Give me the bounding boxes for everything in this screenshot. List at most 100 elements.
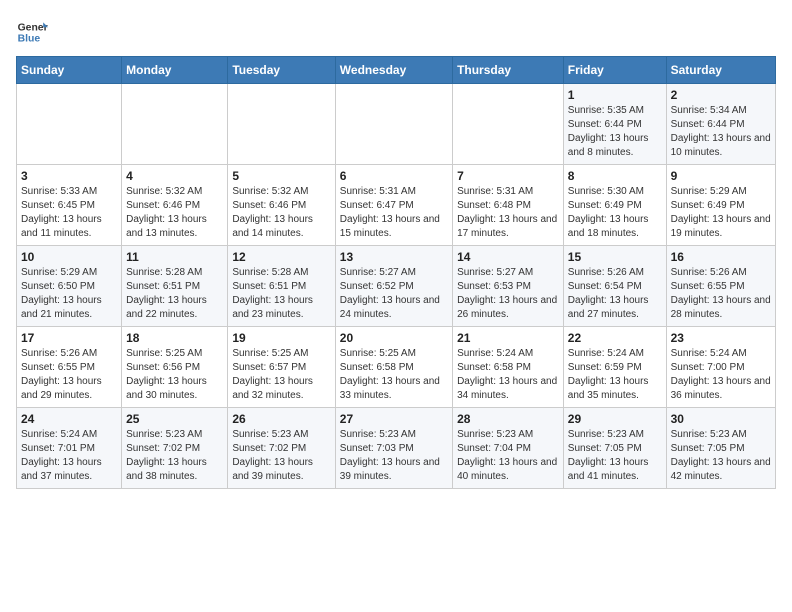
day-info: Sunrise: 5:23 AM Sunset: 7:03 PM Dayligh… xyxy=(340,428,448,484)
day-info: Sunrise: 5:24 AM Sunset: 6:58 PM Dayligh… xyxy=(457,347,559,403)
header-row: SundayMondayTuesdayWednesdayThursdayFrid… xyxy=(17,57,776,84)
calendar-cell: 9 Sunrise: 5:29 AM Sunset: 6:49 PM Daylig… xyxy=(666,165,775,246)
day-info: Sunrise: 5:31 AM Sunset: 6:47 PM Dayligh… xyxy=(340,185,448,241)
day-number: 10 xyxy=(21,250,117,264)
calendar-cell: 6 Sunrise: 5:31 AM Sunset: 6:47 PM Daylig… xyxy=(335,165,452,246)
calendar-cell xyxy=(335,84,452,165)
calendar-cell: 10 Sunrise: 5:29 AM Sunset: 6:50 PM Dayli… xyxy=(17,246,122,327)
calendar-cell: 13Sunrise: 5:27 AM Sunset: 6:52 PM Dayli… xyxy=(335,246,452,327)
day-info: Sunrise: 5:29 AM Sunset: 6:49 PM Dayligh… xyxy=(671,185,771,241)
day-info: Sunrise: 5:26 AM Sunset: 6:54 PM Dayligh… xyxy=(568,266,662,322)
calendar-cell xyxy=(17,84,122,165)
day-info: Sunrise: 5:28 AM Sunset: 6:51 PM Dayligh… xyxy=(126,266,223,322)
page-header: General Blue xyxy=(16,16,776,48)
calendar-week-row: 1 Sunrise: 5:35 AM Sunset: 6:44 PM Daylig… xyxy=(17,84,776,165)
day-info: Sunrise: 5:23 AM Sunset: 7:02 PM Dayligh… xyxy=(232,428,330,484)
calendar-cell: 23 Sunrise: 5:24 AM Sunset: 7:00 PM Dayli… xyxy=(666,327,775,408)
calendar-cell: 15 Sunrise: 5:26 AM Sunset: 6:54 PM Dayli… xyxy=(563,246,666,327)
day-number: 11 xyxy=(126,250,223,264)
calendar-cell: 20 Sunrise: 5:25 AM Sunset: 6:58 PM Dayli… xyxy=(335,327,452,408)
logo: General Blue xyxy=(16,16,48,48)
day-info: Sunrise: 5:23 AM Sunset: 7:04 PM Dayligh… xyxy=(457,428,559,484)
day-number: 23 xyxy=(671,331,771,345)
day-info: Sunrise: 5:25 AM Sunset: 6:56 PM Dayligh… xyxy=(126,347,223,403)
day-number: 7 xyxy=(457,169,559,183)
day-number: 1 xyxy=(568,88,662,102)
day-number: 5 xyxy=(232,169,330,183)
day-number: 12 xyxy=(232,250,330,264)
day-number: 3 xyxy=(21,169,117,183)
day-info: Sunrise: 5:23 AM Sunset: 7:02 PM Dayligh… xyxy=(126,428,223,484)
day-number: 4 xyxy=(126,169,223,183)
day-info: Sunrise: 5:24 AM Sunset: 6:59 PM Dayligh… xyxy=(568,347,662,403)
day-number: 6 xyxy=(340,169,448,183)
day-number: 25 xyxy=(126,412,223,426)
calendar-cell: 17Sunrise: 5:26 AM Sunset: 6:55 PM Dayli… xyxy=(17,327,122,408)
day-number: 30 xyxy=(671,412,771,426)
day-info: Sunrise: 5:27 AM Sunset: 6:52 PM Dayligh… xyxy=(340,266,448,322)
calendar-cell: 5Sunrise: 5:32 AM Sunset: 6:46 PM Daylig… xyxy=(228,165,335,246)
calendar-header: SundayMondayTuesdayWednesdayThursdayFrid… xyxy=(17,57,776,84)
day-info: Sunrise: 5:26 AM Sunset: 6:55 PM Dayligh… xyxy=(21,347,117,403)
calendar-cell: 3 Sunrise: 5:33 AM Sunset: 6:45 PM Daylig… xyxy=(17,165,122,246)
calendar-cell: 1 Sunrise: 5:35 AM Sunset: 6:44 PM Daylig… xyxy=(563,84,666,165)
calendar-cell: 27 Sunrise: 5:23 AM Sunset: 7:03 PM Dayli… xyxy=(335,408,452,489)
calendar-cell: 7 Sunrise: 5:31 AM Sunset: 6:48 PM Daylig… xyxy=(453,165,564,246)
calendar-week-row: 24Sunrise: 5:24 AM Sunset: 7:01 PM Dayli… xyxy=(17,408,776,489)
calendar-cell xyxy=(228,84,335,165)
calendar-table: SundayMondayTuesdayWednesdayThursdayFrid… xyxy=(16,56,776,489)
day-info: Sunrise: 5:24 AM Sunset: 7:00 PM Dayligh… xyxy=(671,347,771,403)
calendar-cell: 14 Sunrise: 5:27 AM Sunset: 6:53 PM Dayli… xyxy=(453,246,564,327)
day-number: 21 xyxy=(457,331,559,345)
weekday-header: Monday xyxy=(122,57,228,84)
calendar-cell: 11 Sunrise: 5:28 AM Sunset: 6:51 PM Dayli… xyxy=(122,246,228,327)
calendar-cell: 18 Sunrise: 5:25 AM Sunset: 6:56 PM Dayli… xyxy=(122,327,228,408)
day-info: Sunrise: 5:27 AM Sunset: 6:53 PM Dayligh… xyxy=(457,266,559,322)
day-info: Sunrise: 5:32 AM Sunset: 6:46 PM Dayligh… xyxy=(126,185,223,241)
calendar-cell: 28 Sunrise: 5:23 AM Sunset: 7:04 PM Dayli… xyxy=(453,408,564,489)
day-number: 9 xyxy=(671,169,771,183)
day-info: Sunrise: 5:23 AM Sunset: 7:05 PM Dayligh… xyxy=(671,428,771,484)
calendar-week-row: 10 Sunrise: 5:29 AM Sunset: 6:50 PM Dayli… xyxy=(17,246,776,327)
day-number: 8 xyxy=(568,169,662,183)
day-info: Sunrise: 5:30 AM Sunset: 6:49 PM Dayligh… xyxy=(568,185,662,241)
day-number: 19 xyxy=(232,331,330,345)
day-number: 20 xyxy=(340,331,448,345)
calendar-cell: 30 Sunrise: 5:23 AM Sunset: 7:05 PM Dayli… xyxy=(666,408,775,489)
logo-icon: General Blue xyxy=(16,16,48,48)
calendar-cell: 4 Sunrise: 5:32 AM Sunset: 6:46 PM Daylig… xyxy=(122,165,228,246)
day-info: Sunrise: 5:29 AM Sunset: 6:50 PM Dayligh… xyxy=(21,266,117,322)
day-number: 27 xyxy=(340,412,448,426)
weekday-header: Tuesday xyxy=(228,57,335,84)
weekday-header: Thursday xyxy=(453,57,564,84)
day-info: Sunrise: 5:26 AM Sunset: 6:55 PM Dayligh… xyxy=(671,266,771,322)
weekday-header: Sunday xyxy=(17,57,122,84)
calendar-body: 1 Sunrise: 5:35 AM Sunset: 6:44 PM Daylig… xyxy=(17,84,776,489)
day-info: Sunrise: 5:25 AM Sunset: 6:57 PM Dayligh… xyxy=(232,347,330,403)
calendar-cell: 29Sunrise: 5:23 AM Sunset: 7:05 PM Dayli… xyxy=(563,408,666,489)
calendar-week-row: 3 Sunrise: 5:33 AM Sunset: 6:45 PM Daylig… xyxy=(17,165,776,246)
day-number: 16 xyxy=(671,250,771,264)
day-info: Sunrise: 5:25 AM Sunset: 6:58 PM Dayligh… xyxy=(340,347,448,403)
calendar-cell: 21 Sunrise: 5:24 AM Sunset: 6:58 PM Dayli… xyxy=(453,327,564,408)
weekday-header: Wednesday xyxy=(335,57,452,84)
day-number: 28 xyxy=(457,412,559,426)
calendar-cell xyxy=(122,84,228,165)
weekday-header: Saturday xyxy=(666,57,775,84)
calendar-cell: 22Sunrise: 5:24 AM Sunset: 6:59 PM Dayli… xyxy=(563,327,666,408)
day-number: 29 xyxy=(568,412,662,426)
day-info: Sunrise: 5:33 AM Sunset: 6:45 PM Dayligh… xyxy=(21,185,117,241)
day-info: Sunrise: 5:24 AM Sunset: 7:01 PM Dayligh… xyxy=(21,428,117,484)
calendar-cell: 19 Sunrise: 5:25 AM Sunset: 6:57 PM Dayli… xyxy=(228,327,335,408)
calendar-cell: 24Sunrise: 5:24 AM Sunset: 7:01 PM Dayli… xyxy=(17,408,122,489)
day-number: 18 xyxy=(126,331,223,345)
day-number: 14 xyxy=(457,250,559,264)
calendar-cell: 25 Sunrise: 5:23 AM Sunset: 7:02 PM Dayli… xyxy=(122,408,228,489)
day-info: Sunrise: 5:31 AM Sunset: 6:48 PM Dayligh… xyxy=(457,185,559,241)
calendar-cell: 8 Sunrise: 5:30 AM Sunset: 6:49 PM Daylig… xyxy=(563,165,666,246)
day-info: Sunrise: 5:35 AM Sunset: 6:44 PM Dayligh… xyxy=(568,104,662,160)
calendar-cell: 12Sunrise: 5:28 AM Sunset: 6:51 PM Dayli… xyxy=(228,246,335,327)
day-number: 15 xyxy=(568,250,662,264)
weekday-header: Friday xyxy=(563,57,666,84)
calendar-cell: 26Sunrise: 5:23 AM Sunset: 7:02 PM Dayli… xyxy=(228,408,335,489)
